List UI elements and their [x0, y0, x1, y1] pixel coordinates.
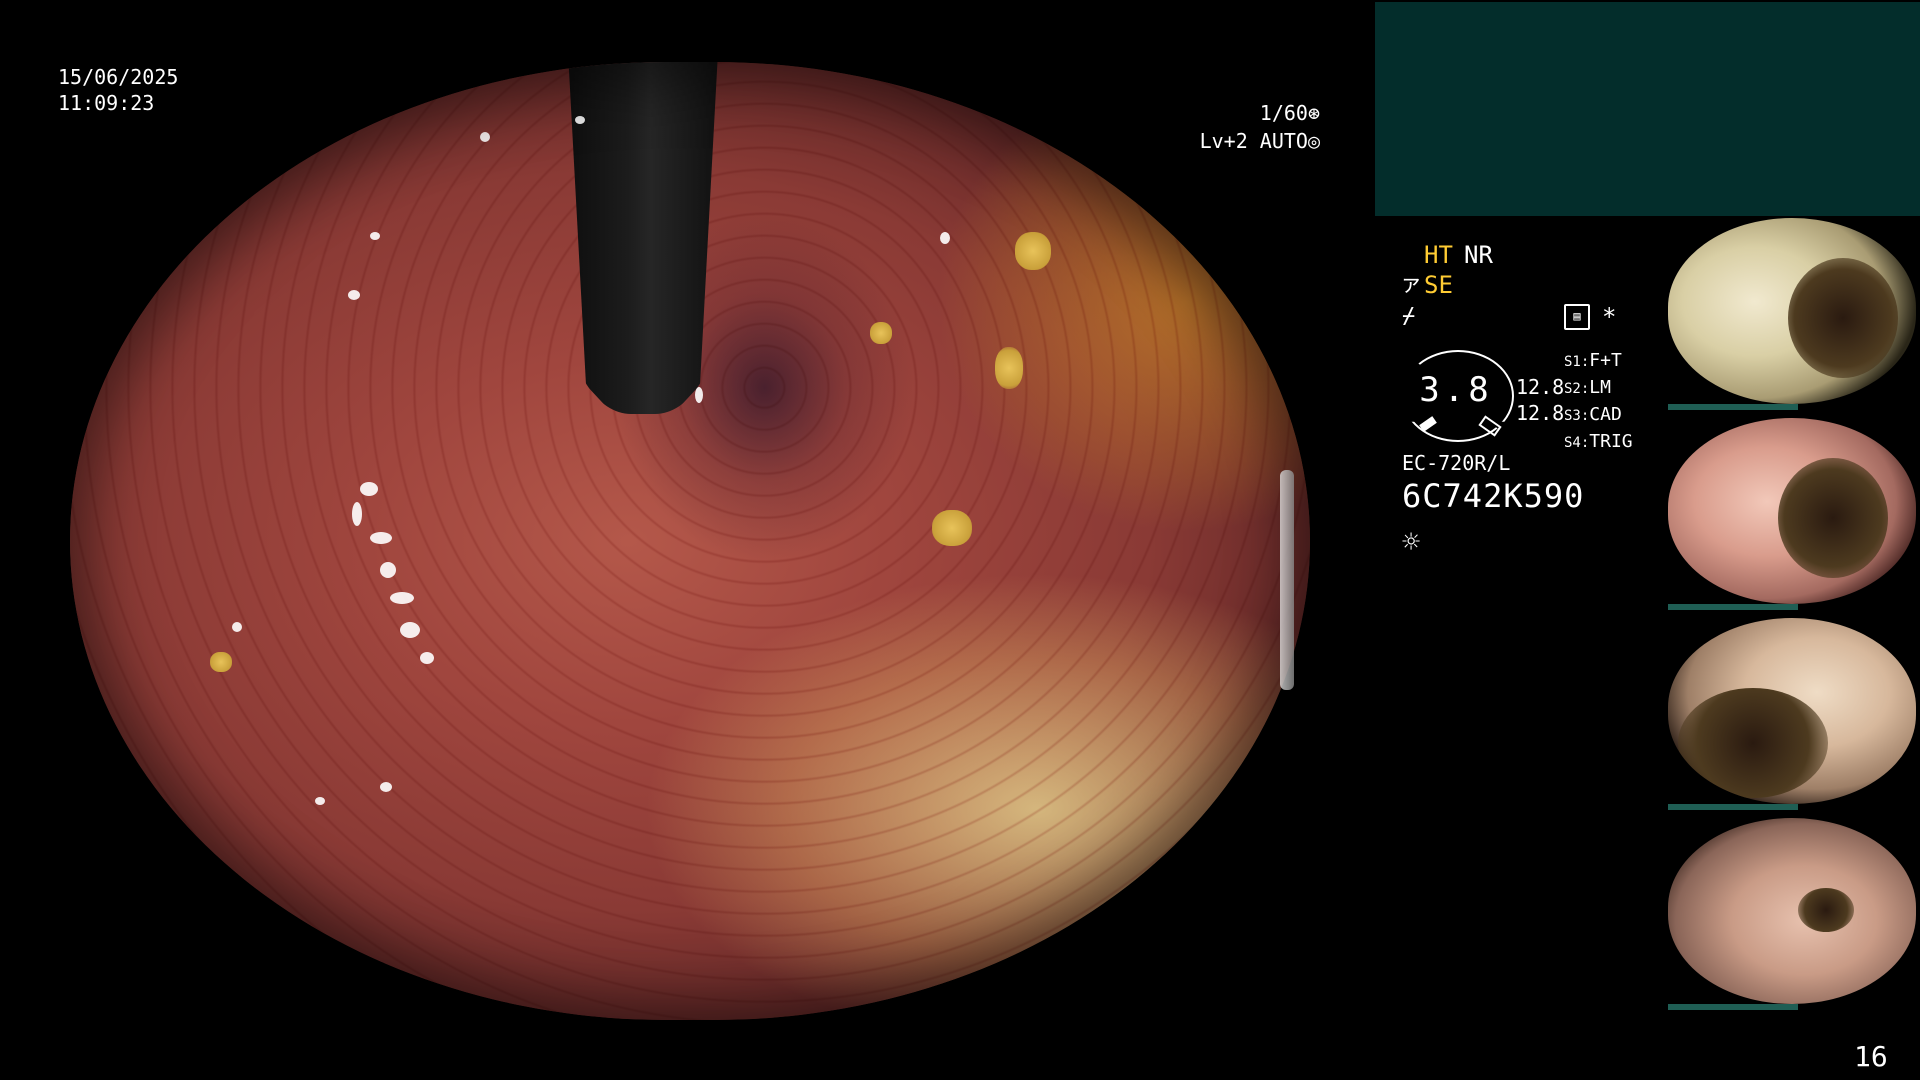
- main-endoscopic-view: [70, 62, 1310, 1020]
- switch-setting-row: S2:LM: [1564, 377, 1611, 398]
- switch-settings: S1:F+T S2:LM S3:CAD S4:TRIG: [1564, 348, 1633, 456]
- light-reflection: [480, 132, 490, 142]
- captured-thumbnail[interactable]: [1668, 218, 1916, 404]
- endoscopy-screen: 15/06/2025 11:09:23 1/60⊛ Lv+2 AUTO◎ HT …: [0, 0, 1920, 1080]
- light-reflection: [380, 782, 392, 792]
- captured-thumbnail[interactable]: [1668, 418, 1916, 604]
- scope-model: EC-720R/L: [1402, 451, 1511, 475]
- switch-setting-row: S4:TRIG: [1564, 431, 1633, 452]
- residue-spot: [1015, 232, 1051, 270]
- exam-date: 15/06/2025: [58, 65, 179, 89]
- settings-panel: HT NR ァ SE ⌿ ▤ * 3.8 12.8 12.8 S1:F+T S2…: [1392, 240, 1672, 570]
- switch-setting-row: S3:CAD: [1564, 404, 1622, 425]
- light-reflection: [380, 562, 396, 578]
- exposure-level: Lv+2 AUTO◎: [1199, 129, 1320, 153]
- patient-info-block: [1375, 2, 1920, 216]
- nr-indicator: NR: [1464, 241, 1493, 269]
- light-reflection: [695, 387, 703, 403]
- scope-serial-number: 6C742K590: [1402, 477, 1585, 515]
- scope-instrument: [568, 62, 718, 414]
- gauge-reading-2: 12.8: [1516, 401, 1565, 425]
- thumbnail-bar: [1668, 604, 1798, 610]
- ht-indicator: HT: [1424, 241, 1453, 269]
- thumbnail-lumen: [1798, 888, 1854, 932]
- light-reflection: [370, 532, 392, 544]
- light-reflection: [315, 797, 325, 805]
- exam-time: 11:09:23: [58, 91, 155, 115]
- residue-spot: [870, 322, 892, 344]
- residue-spot: [932, 510, 972, 546]
- switch-setting-row: S1:F+T: [1564, 350, 1622, 371]
- brightness-icon: ☼: [1402, 525, 1421, 560]
- thumbnail-lumen: [1788, 258, 1898, 378]
- wave-icon: ⌿: [1402, 304, 1416, 329]
- light-reflection: [352, 502, 362, 526]
- captured-thumbnail[interactable]: [1668, 818, 1916, 1004]
- thumbnail-lumen: [1778, 458, 1888, 578]
- thumbnail-lumen: [1678, 688, 1828, 798]
- light-reflection: [400, 622, 420, 638]
- se-indicator: SE: [1424, 271, 1453, 299]
- residue-spot: [210, 652, 232, 672]
- document-icon: ▤: [1564, 304, 1590, 330]
- gauge-value: 3.8: [1419, 370, 1493, 410]
- captured-thumbnail[interactable]: [1668, 618, 1916, 804]
- light-reflection: [232, 622, 242, 632]
- structure-enhance-icon: ァ: [1400, 272, 1423, 297]
- thumbnail-bar: [1668, 1004, 1798, 1010]
- shutter-speed: 1/60⊛: [1259, 101, 1320, 125]
- light-reflection: [348, 290, 360, 300]
- light-reflection: [390, 592, 414, 604]
- light-reflection: [575, 116, 585, 124]
- scope-edge-reflection: [1280, 470, 1294, 690]
- page-number: 16: [1854, 1040, 1888, 1073]
- light-reflection: [360, 482, 378, 496]
- light-reflection: [370, 232, 380, 240]
- residue-spot: [995, 347, 1023, 389]
- thumbnail-bar: [1668, 804, 1798, 810]
- thumbnail-bar: [1668, 404, 1798, 410]
- light-reflection: [940, 232, 950, 244]
- star-icon: *: [1602, 303, 1617, 331]
- light-reflection: [420, 652, 434, 664]
